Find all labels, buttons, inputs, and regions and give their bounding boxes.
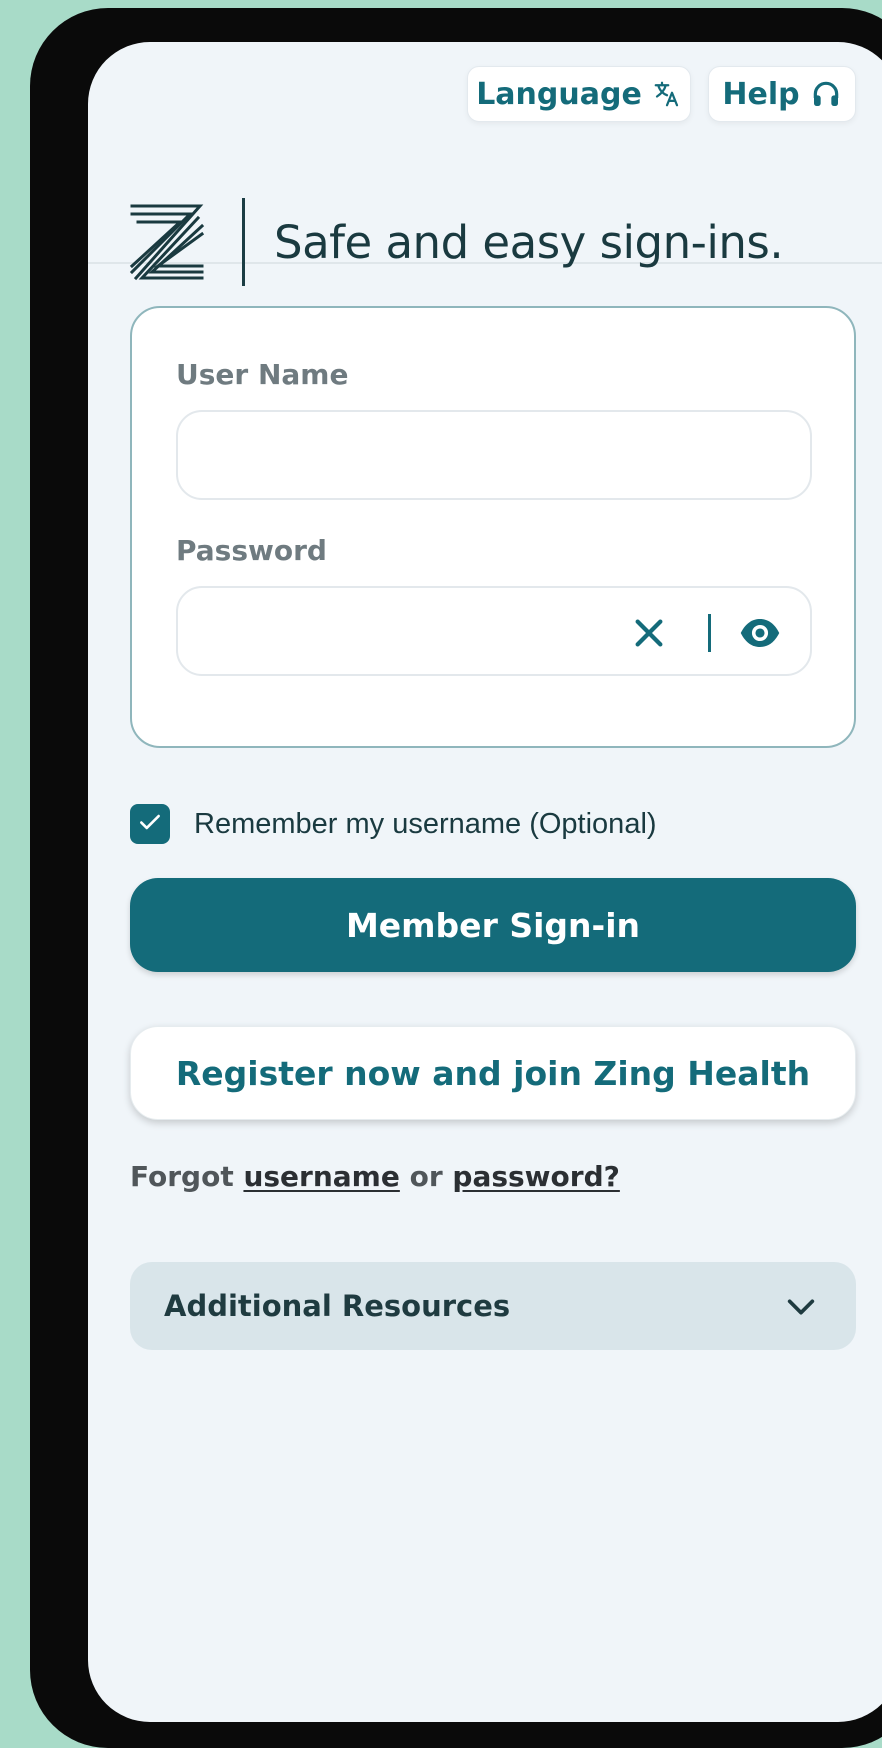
remember-checkbox[interactable] [130,804,170,844]
help-button-label: Help [722,76,800,112]
password-label: Password [176,534,327,567]
sign-in-screen: Language Help Safe and easy sign-ins. Us… [88,42,882,1722]
device-frame: Language Help Safe and easy sign-ins. Us… [30,8,882,1748]
chevron-down-icon [784,1290,818,1324]
brand-header: Safe and easy sign-ins. [88,162,882,286]
zing-logo-icon [128,202,206,282]
remember-username: Remember my username (Optional) [130,802,657,846]
username-field[interactable] [176,410,812,500]
additional-resources-label: Additional Resources [164,1289,511,1323]
language-button-label: Language [476,76,642,112]
forgot-password-link[interactable]: password? [452,1160,619,1193]
register-button[interactable]: Register now and join Zing Health [130,1026,856,1120]
forgot-username-link[interactable]: username [243,1160,399,1193]
headset-icon [810,78,842,110]
checkmark-icon [137,809,163,839]
member-sign-in-button[interactable]: Member Sign-in [130,878,856,972]
forgot-conjunction: or [409,1160,443,1193]
username-label: User Name [176,358,349,391]
remember-label: Remember my username (Optional) [194,807,657,840]
forgot-credentials: Forgot username or password? [130,1160,620,1193]
forgot-prefix: Forgot [130,1160,234,1193]
translate-icon [652,79,682,109]
help-button[interactable]: Help [708,66,856,122]
password-tools-divider [708,614,711,652]
close-icon[interactable] [632,616,666,650]
eye-icon[interactable] [738,612,782,654]
login-form-card: User Name Password [130,306,856,748]
brand-divider [242,198,245,286]
tagline: Safe and easy sign-ins. [274,216,784,269]
password-tools [632,608,802,658]
additional-resources-accordion[interactable]: Additional Resources [130,1262,856,1350]
language-button[interactable]: Language [467,66,691,122]
